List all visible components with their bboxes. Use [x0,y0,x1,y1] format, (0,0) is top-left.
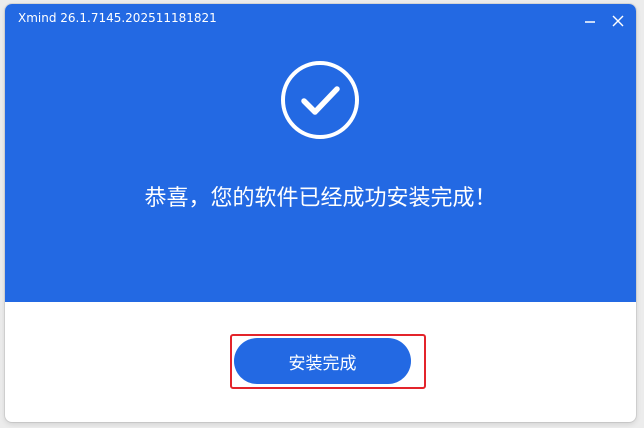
success-message: 恭喜，您的软件已经成功安装完成！ [144,186,497,211]
header-panel: Xmind 26.1.7145.202511181821 恭喜，您的软件已经成功… [5,4,636,302]
minimize-icon [585,21,595,23]
checkmark-circle-icon [281,61,359,139]
close-icon [612,15,624,27]
minimize-button[interactable] [579,10,601,32]
window-title: Xmind 26.1.7145.202511181821 [18,11,217,25]
close-button[interactable] [607,10,629,32]
installer-window: Xmind 26.1.7145.202511181821 恭喜，您的软件已经成功… [5,4,636,422]
finish-install-button[interactable]: 安装完成 [234,338,411,384]
